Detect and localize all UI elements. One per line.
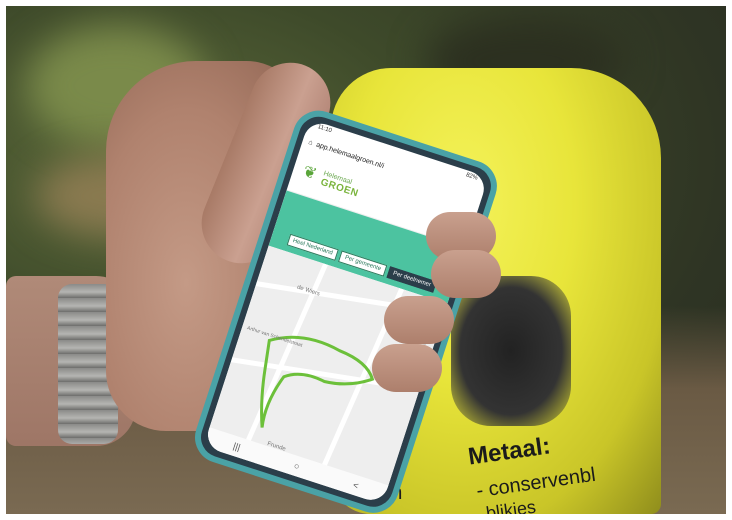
bag-print-dark bbox=[451, 276, 571, 426]
finger-ring bbox=[384, 296, 454, 344]
leaf-logo-icon: ❦ bbox=[300, 163, 319, 184]
finger-middle bbox=[431, 250, 501, 298]
back-icon[interactable]: < bbox=[352, 480, 360, 491]
home-button-icon[interactable]: ○ bbox=[293, 460, 301, 471]
site-logo[interactable]: ❦ Helemaal GROEN bbox=[300, 162, 362, 199]
logo-text: Helemaal GROEN bbox=[319, 169, 362, 199]
finger-little bbox=[372, 344, 442, 392]
smartphone: 11:10 82% ⌂ app.helemaalgroen.nl/i ❦ Hel… bbox=[174, 104, 504, 514]
phone-case: 11:10 82% ⌂ app.helemaalgroen.nl/i ❦ Hel… bbox=[188, 104, 504, 514]
recent-apps-icon[interactable]: ||| bbox=[232, 441, 242, 453]
photo: Metaal: - conservenbl blikjes zakken sta… bbox=[6, 6, 726, 514]
home-icon[interactable]: ⌂ bbox=[308, 139, 314, 147]
